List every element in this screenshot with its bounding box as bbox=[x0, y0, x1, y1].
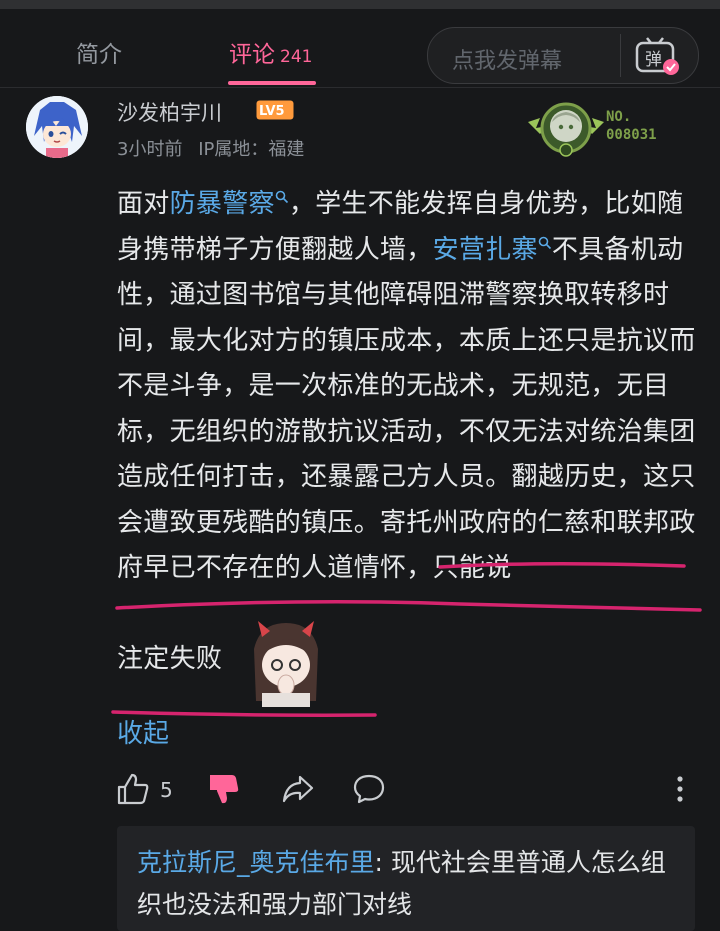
username[interactable]: 沙发柏宇川 bbox=[117, 97, 222, 127]
collapse-button[interactable]: 收起 bbox=[117, 713, 169, 750]
danmaku-icon-label: 弹 bbox=[645, 50, 662, 70]
danmaku-icon[interactable]: 弹 bbox=[633, 35, 681, 77]
active-tab-indicator bbox=[228, 81, 316, 85]
avatar-image bbox=[26, 96, 88, 158]
comment-text-part: 注定失败 bbox=[117, 644, 223, 674]
medal-number: NO. 008031 bbox=[606, 108, 657, 144]
divider bbox=[620, 34, 621, 77]
comments-count: 241 bbox=[280, 47, 313, 67]
danmaku-bar: 点我发弹幕 弹 bbox=[427, 27, 699, 84]
level-badge: LV5 bbox=[256, 100, 294, 120]
like-icon[interactable] bbox=[116, 772, 150, 806]
comment-text-part: 面对 bbox=[117, 189, 170, 219]
tab-comments[interactable]: 评论 241 bbox=[229, 35, 312, 69]
timestamp: 3小时前 bbox=[117, 139, 183, 160]
medal-id: 008031 bbox=[606, 127, 657, 143]
search-link-2[interactable]: 安营扎寨 bbox=[433, 235, 552, 265]
comment-actions: 5 bbox=[0, 768, 720, 814]
comment-meta: 3小时前 IP属地：福建 bbox=[117, 135, 314, 161]
reply-preview[interactable]: 克拉斯尼_奥克佳布里: 现代社会里普通人怎么组织也没法和强力部门对线 bbox=[117, 826, 695, 931]
medal-no-label: NO. bbox=[606, 109, 632, 125]
share-icon[interactable] bbox=[281, 772, 315, 806]
sticker-emoji bbox=[254, 621, 318, 707]
reply-username[interactable]: 克拉斯尼_奥克佳布里 bbox=[137, 848, 375, 877]
status-strip bbox=[0, 0, 720, 9]
reply-text: 克拉斯尼_奥克佳布里: 现代社会里普通人怎么组织也没法和强力部门对线 bbox=[137, 842, 682, 926]
fan-medal-icon bbox=[528, 102, 604, 157]
tab-intro[interactable]: 简介 bbox=[76, 35, 122, 69]
level-text: LV5 bbox=[259, 104, 285, 119]
search-link-label: 安营扎寨 bbox=[432, 234, 538, 265]
danmaku-input[interactable]: 点我发弹幕 bbox=[452, 43, 562, 75]
ip-location: IP属地：福建 bbox=[198, 139, 305, 160]
magnifier-icon bbox=[538, 236, 551, 249]
like-count: 5 bbox=[160, 778, 173, 802]
tab-bar: 简介 评论 241 点我发弹幕 弹 bbox=[0, 9, 720, 88]
comment-text: 面对防暴警察 ，学生不能发挥自身优势，比如随身携带梯子方便翻越人墙，安营扎寨 不具备… bbox=[117, 182, 707, 683]
avatar[interactable] bbox=[26, 96, 88, 158]
search-link-1[interactable]: 防暴警察 bbox=[170, 189, 289, 219]
comment-text-part: 不具备机动性，通过图书馆与其他障碍阻滞警察换取转移时间，最大化对方的镇压成本，本… bbox=[117, 234, 696, 584]
tab-comments-label: 评论 bbox=[229, 42, 275, 68]
dislike-icon[interactable] bbox=[207, 772, 241, 806]
comment-icon[interactable] bbox=[352, 772, 386, 806]
magnifier-icon bbox=[275, 190, 288, 204]
search-link-label: 防暴警察 bbox=[169, 189, 275, 219]
more-icon[interactable] bbox=[670, 772, 690, 806]
